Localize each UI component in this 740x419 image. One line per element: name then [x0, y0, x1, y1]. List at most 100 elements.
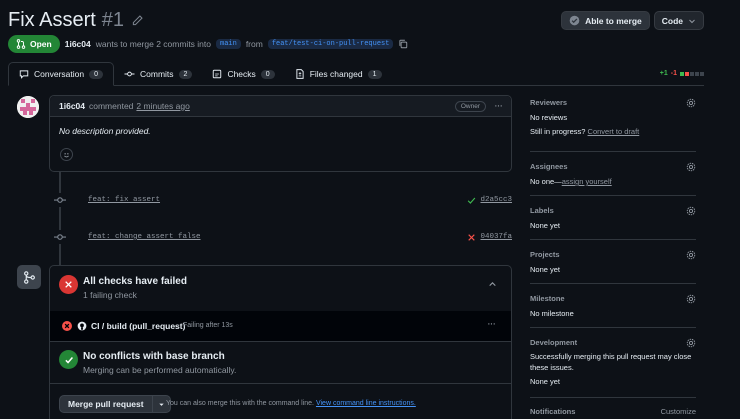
commit-sha-link[interactable]: 04037fa — [467, 233, 512, 242]
commit-message[interactable]: feat: fix assert — [88, 196, 160, 204]
kebab-menu-icon[interactable]: ··· — [487, 318, 496, 330]
merge-box: All checks have failed 1 failing check C… — [49, 265, 512, 419]
merge-pull-request-button[interactable]: Merge pull request — [59, 395, 153, 413]
gear-icon[interactable] — [686, 206, 696, 216]
tab-count: 0 — [260, 69, 275, 79]
merge-hint-text: You can also merge this with the command… — [166, 400, 314, 407]
comment-body: No description provided. — [59, 126, 151, 136]
avatar[interactable] — [17, 96, 39, 118]
x-circle-icon — [59, 275, 78, 294]
diffstat-removed: -1 — [670, 70, 677, 77]
sidebar-heading[interactable]: Labels — [530, 206, 554, 215]
sidebar-value: None yet — [530, 377, 561, 386]
tab-label: Conversation — [34, 69, 85, 79]
tab-label: Files changed — [309, 69, 363, 79]
sidebar-heading[interactable]: Projects — [530, 250, 560, 259]
kebab-menu-icon[interactable]: ··· — [494, 100, 503, 112]
gear-icon[interactable] — [686, 294, 696, 304]
chevron-down-icon — [688, 17, 696, 25]
check-run-row[interactable]: CI / build (pull_request) Failing after … — [50, 311, 511, 342]
sidebar-heading[interactable]: Milestone — [530, 294, 565, 303]
convert-to-draft-link[interactable]: Convert to draft — [588, 127, 640, 136]
merge-button-group: Merge pull request — [59, 395, 171, 413]
commit-icon — [51, 230, 69, 244]
commit-message[interactable]: feat: change assert false — [88, 233, 201, 241]
check-circle-icon — [59, 350, 78, 369]
tab-count: 1 — [367, 69, 382, 79]
checks-subtitle: 1 failing check — [83, 290, 137, 300]
sidebar-value: No reviews — [530, 113, 568, 122]
check-job-name: CI / build (pull_request) — [91, 321, 186, 331]
assign-yourself-link[interactable]: assign yourself — [562, 177, 612, 186]
owner-badge: Owner — [454, 100, 486, 112]
tab-commits[interactable]: Commits 2 — [114, 62, 202, 86]
check-job-status: Failing after 13s — [183, 322, 233, 329]
sidebar-value: None yet — [530, 221, 561, 230]
gear-icon[interactable] — [686, 250, 696, 260]
pr-meta-row: Open 1i6c04 wants to merge 2 commits int… — [8, 35, 408, 53]
gear-icon[interactable] — [686, 162, 696, 172]
sidebar-milestone: Milestone No milestone — [530, 290, 696, 328]
tab-label: Commits — [140, 69, 174, 79]
commit-icon — [124, 69, 135, 79]
x-circle-icon — [62, 321, 72, 331]
gear-icon[interactable] — [686, 338, 696, 348]
head-branch[interactable]: feat/test-ci-on-pull-request — [267, 39, 394, 49]
diffstat: +1 -1 — [660, 70, 704, 77]
command-line-instructions-link[interactable]: View command line instructions. — [316, 400, 416, 407]
comment-card: 1i6c04 commented 2 minutes ago Owner ···… — [49, 95, 512, 172]
commit-row: feat: change assert false 04037fa — [51, 230, 512, 244]
comment-time[interactable]: 2 minutes ago — [136, 101, 189, 111]
diffstat-added: +1 — [659, 70, 668, 77]
comment-author[interactable]: 1i6c04 — [59, 101, 85, 111]
conflicts-subtitle: Merging can be performed automatically. — [83, 365, 237, 375]
sidebar-heading[interactable]: Reviewers — [530, 98, 567, 107]
tab-label: Checks — [227, 69, 256, 79]
tab-files-changed[interactable]: Files changed 1 — [285, 62, 392, 86]
sidebar-heading[interactable]: Assignees — [530, 162, 568, 171]
chevron-up-icon[interactable] — [488, 280, 497, 289]
customize-link[interactable]: Customize — [661, 407, 696, 416]
comment-header: 1i6c04 commented 2 minutes ago Owner ··· — [50, 96, 511, 117]
tab-conversation[interactable]: Conversation 0 — [8, 62, 114, 86]
sidebar-heading: Notifications — [530, 407, 576, 416]
conflicts-section: No conflicts with base branch Merging ca… — [50, 342, 511, 384]
merge-hint: You can also merge this with the command… — [166, 400, 416, 407]
sidebar-value: No one—assign yourself — [530, 177, 612, 186]
pr-number: #1 — [101, 8, 125, 31]
copy-icon[interactable] — [398, 39, 408, 49]
file-diff-icon — [295, 69, 305, 79]
sidebar-notifications: Notifications Customize — [530, 404, 696, 419]
commit-sha: d2a5cc3 — [480, 196, 512, 204]
checks-summary[interactable]: All checks have failed 1 failing check — [50, 266, 511, 311]
tab-count: 0 — [89, 69, 103, 79]
commit-sha: 04037fa — [480, 233, 512, 241]
gear-icon[interactable] — [686, 98, 696, 108]
able-to-merge-label: Able to merge — [585, 15, 642, 26]
development-text: Successfully merging this pull request m… — [530, 352, 692, 372]
state-label: Open — [30, 39, 52, 49]
smiley-icon[interactable] — [60, 148, 73, 161]
checks-title: All checks have failed — [83, 276, 187, 287]
code-label: Code — [661, 15, 683, 26]
code-button[interactable]: Code — [653, 11, 704, 30]
sidebar-projects: Projects None yet — [530, 246, 696, 284]
author-link[interactable]: 1i6c04 — [65, 39, 91, 49]
commit-sha-link[interactable]: d2a5cc3 — [467, 196, 512, 205]
tab-checks[interactable]: Checks 0 — [202, 62, 284, 86]
state-badge: Open — [8, 35, 60, 53]
pr-title: Fix Assert #1 — [8, 8, 125, 31]
header-actions: Able to merge Code — [561, 11, 704, 30]
sidebar-heading[interactable]: Development — [530, 338, 577, 347]
conflicts-title: No conflicts with base branch — [83, 351, 225, 362]
able-to-merge-button[interactable]: Able to merge — [561, 11, 650, 30]
comment-icon — [19, 69, 29, 79]
github-actions-icon — [77, 321, 87, 331]
sidebar-value: None yet — [530, 265, 561, 274]
timeline-line — [59, 172, 61, 265]
sidebar-in-progress: Still in progress? Convert to draft — [530, 127, 640, 136]
pencil-icon[interactable] — [132, 14, 143, 26]
pr-tabs: Conversation 0 Commits 2 Checks 0 Files … — [8, 62, 704, 86]
base-branch[interactable]: main — [216, 39, 241, 49]
triangle-down-icon — [158, 401, 165, 408]
